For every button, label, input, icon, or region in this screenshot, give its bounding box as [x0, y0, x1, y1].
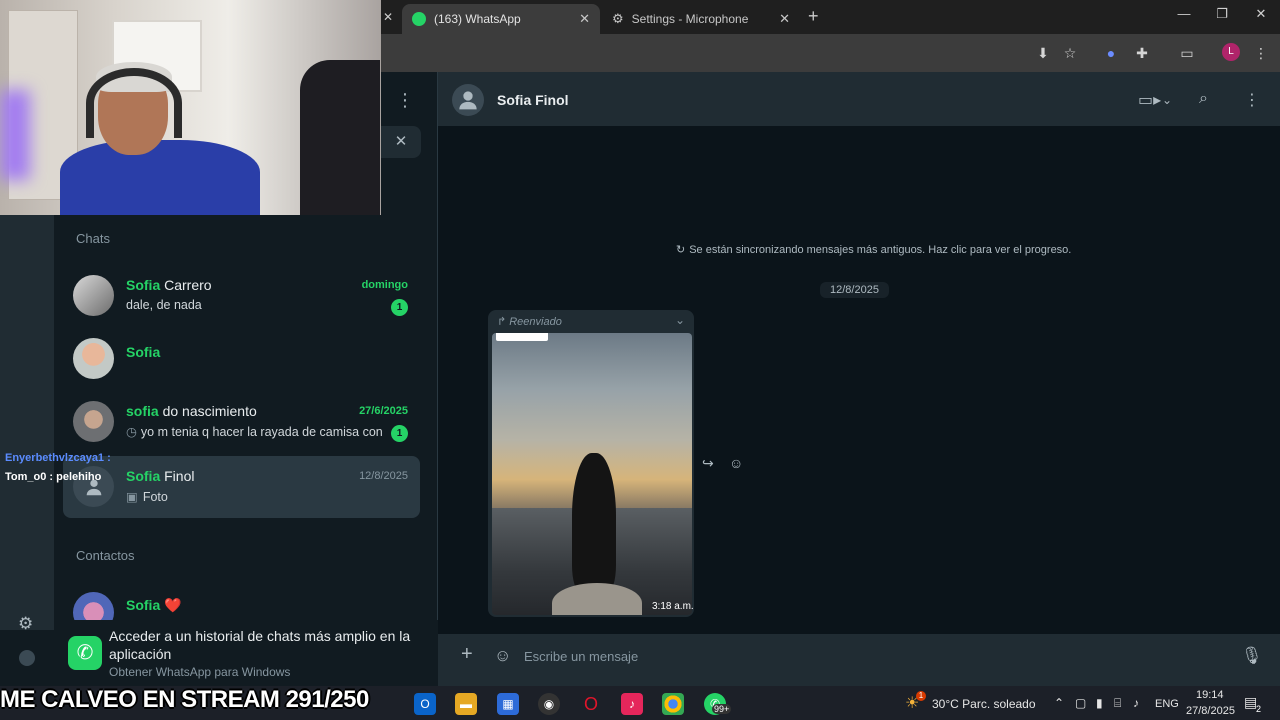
- chat-time: domingo: [361, 279, 408, 291]
- chat-row-sofia-carrero[interactable]: Sofia Carrero domingo dale, de nada 1: [63, 265, 420, 327]
- avatar: [73, 275, 114, 316]
- sync-notice[interactable]: ↻ Se están sincronizando mensajes más ant…: [676, 243, 1071, 256]
- tiktok-icon[interactable]: ♪: [621, 693, 643, 715]
- chat-name: Sofia: [126, 344, 161, 360]
- section-contacts-label: Contactos: [76, 548, 135, 563]
- forward-icon: ↱: [497, 316, 507, 328]
- sync-icon: ↻: [676, 244, 686, 256]
- bookmark-star-icon[interactable]: ☆: [1061, 44, 1079, 62]
- chat-row-sofia-do-nascimiento[interactable]: sofia do nascimiento 27/6/2025 ◷ yo m ten…: [63, 391, 420, 453]
- tab-close-prev[interactable]: ✕: [383, 10, 393, 24]
- install-app-icon[interactable]: ⬇: [1034, 44, 1052, 62]
- stream-chat-line: Tom_o0 : pelehiho: [5, 471, 102, 483]
- attach-plus-icon[interactable]: +: [461, 643, 473, 666]
- minimize-button[interactable]: —: [1166, 6, 1202, 21]
- tab-whatsapp-close[interactable]: ✕: [579, 11, 590, 27]
- whatsapp-logo-icon: ✆: [68, 636, 102, 670]
- tab-settings-label: Settings - Microphone: [631, 12, 749, 26]
- search-icon[interactable]: ⌕: [1199, 90, 1208, 108]
- avatar: [73, 592, 114, 620]
- contact-row-sofia[interactable]: Sofia ❤️: [63, 582, 420, 620]
- section-chats-label: Chats: [76, 231, 110, 246]
- chrome-icon[interactable]: [662, 693, 684, 715]
- microphone-icon[interactable]: 🎙: [1241, 646, 1263, 666]
- new-tab-button[interactable]: +: [808, 6, 819, 27]
- tab-settings[interactable]: ⚙ Settings - Microphone ✕: [602, 4, 800, 34]
- chat-name: Sofia Carrero: [126, 277, 212, 293]
- tab-whatsapp[interactable]: (163) WhatsApp ✕: [402, 4, 600, 34]
- chat-row-sofia-finol[interactable]: Sofia Finol 12/8/2025 ▣ Foto: [63, 456, 420, 518]
- outlook-icon[interactable]: O: [414, 693, 436, 715]
- tray-volume-icon[interactable]: ♪: [1133, 696, 1139, 710]
- search-clear-button[interactable]: ✕: [381, 126, 421, 158]
- chat-name: Sofia ❤️: [126, 597, 182, 613]
- message-input[interactable]: Escribe un mensaje: [516, 642, 1236, 672]
- file-explorer-icon[interactable]: ▬: [455, 693, 477, 715]
- chat-preview: ◷ yo m tenia q hacer la rayada de camisa …: [126, 425, 386, 439]
- chat-preview: dale, de nada: [126, 298, 202, 312]
- video-call-icon[interactable]: ▭▸: [1138, 90, 1161, 110]
- unread-badge: 1: [391, 299, 408, 316]
- chevron-down-icon[interactable]: ⌄: [1162, 93, 1172, 107]
- stream-chat-line: Enyerbethvlzcaya1 :: [5, 452, 111, 464]
- profile-avatar[interactable]: L: [1222, 43, 1240, 61]
- extension-badge-icon[interactable]: ●: [1102, 44, 1120, 62]
- tray-mic-icon[interactable]: ▮: [1096, 696, 1103, 710]
- gear-icon: ⚙: [612, 11, 624, 26]
- maximize-button[interactable]: ❐: [1204, 6, 1240, 22]
- menu-icon[interactable]: ⋮: [396, 90, 414, 111]
- stream-goal-title: ME CALVEO EN STREAM 291/250: [0, 686, 369, 713]
- webcam-overlay: [0, 0, 381, 215]
- tab-whatsapp-label: (163) WhatsApp: [434, 12, 521, 26]
- heart-icon: ❤️: [164, 597, 182, 613]
- cast-icon[interactable]: ▭: [1178, 44, 1196, 62]
- tab-settings-close[interactable]: ✕: [779, 11, 790, 27]
- reaction-emoji-icon[interactable]: ☺: [729, 455, 743, 471]
- whatsapp-tab-icon: [412, 12, 426, 26]
- window-close-button[interactable]: ✕: [1243, 6, 1279, 22]
- banner-title: Acceder a un historial de chats más ampl…: [109, 628, 411, 662]
- chat-time: 27/6/2025: [359, 405, 408, 417]
- clock-date[interactable]: 27/8/2025: [1186, 705, 1235, 717]
- date-separator: 12/8/2025: [820, 282, 889, 298]
- chat-row-sofia[interactable]: Sofia: [63, 328, 420, 390]
- notification-count: 2: [1256, 704, 1262, 714]
- avatar: [73, 338, 114, 379]
- message-photo[interactable]: [492, 333, 692, 615]
- puzzle-extensions-icon[interactable]: ✚: [1133, 44, 1151, 62]
- settings-icon[interactable]: ⚙: [18, 614, 33, 634]
- chat-preview: ▣ Foto: [126, 490, 168, 504]
- weather-badge: 1: [916, 691, 926, 701]
- chat-contact-name[interactable]: Sofia Finol: [497, 92, 569, 108]
- opera-icon[interactable]: O: [580, 693, 602, 715]
- tray-chevron-icon[interactable]: ⌃: [1054, 696, 1064, 710]
- chat-name: sofia do nascimiento: [126, 403, 257, 419]
- chat-name: Sofia Finol: [126, 468, 195, 484]
- profile-icon[interactable]: [19, 650, 35, 666]
- pending-clock-icon: ◷: [126, 425, 137, 439]
- unread-badge: 1: [391, 425, 408, 442]
- contact-avatar[interactable]: [452, 84, 484, 116]
- photo-icon: ▣: [126, 490, 138, 504]
- clock-time[interactable]: 19:14: [1196, 689, 1224, 701]
- banner-link[interactable]: Obtener WhatsApp para Windows: [109, 665, 290, 679]
- obs-icon[interactable]: ◉: [538, 693, 560, 715]
- tray-camera-icon[interactable]: ▢: [1075, 696, 1086, 710]
- weather-text[interactable]: 30°C Parc. soleado: [932, 697, 1036, 711]
- tray-network-icon[interactable]: ⌸: [1114, 696, 1121, 711]
- message-menu-chevron-icon[interactable]: ⌄: [675, 313, 685, 327]
- sticker-emoji-icon[interactable]: ☺: [494, 646, 511, 666]
- language-indicator[interactable]: ENG: [1155, 698, 1179, 710]
- avatar: [73, 401, 114, 442]
- forward-message-icon[interactable]: ↪: [702, 455, 714, 472]
- forwarded-label: ↱ Reenviado: [497, 316, 562, 328]
- browser-menu-icon[interactable]: ⋮: [1252, 44, 1270, 62]
- message-time: 3:18 a.m.: [652, 601, 694, 612]
- chat-time: 12/8/2025: [359, 470, 408, 482]
- nav-rail: [0, 215, 54, 630]
- store-icon[interactable]: ▦: [497, 693, 519, 715]
- whatsapp-notification-badge: 99+: [712, 704, 732, 714]
- chat-menu-icon[interactable]: ⋮: [1244, 90, 1260, 110]
